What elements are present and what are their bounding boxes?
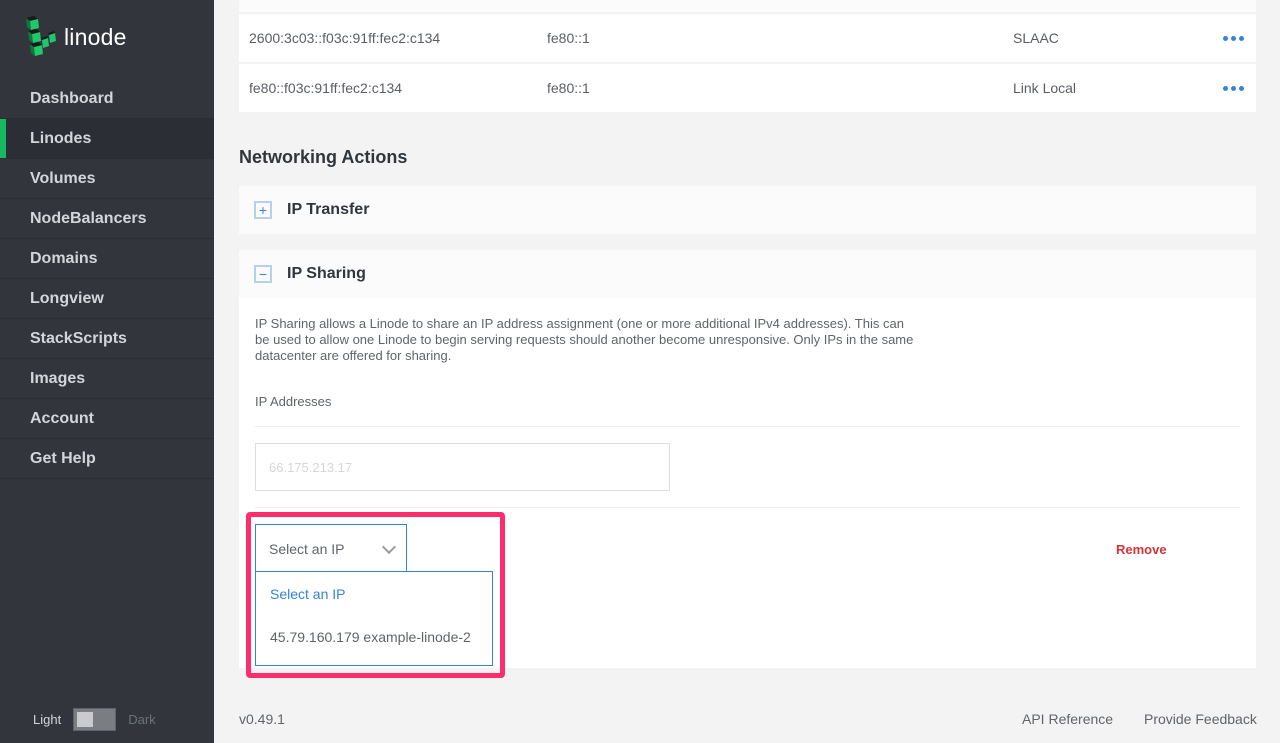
ip-option[interactable]: 45.79.160.179 example-linode-2 [256, 615, 492, 658]
ip-sharing-description: IP Sharing allows a Linode to share an I… [255, 316, 914, 363]
sidebar-item-get-help[interactable]: Get Help [0, 439, 214, 479]
provide-feedback-link[interactable]: Provide Feedback [1144, 711, 1257, 727]
app-version: v0.49.1 [239, 711, 285, 727]
ip-option-placeholder[interactable]: Select an IP [256, 572, 492, 615]
gateway-cell: fe80::1 [547, 30, 590, 46]
ip-select[interactable]: Select an IP [255, 524, 407, 572]
table-row: 2600:3c03::f03c:91ff:fec2:c134 fe80::1 S… [239, 14, 1256, 62]
minus-icon[interactable]: − [254, 265, 272, 283]
table-row: fe80::f03c:91ff:fec2:c134 fe80::1 Link L… [239, 64, 1256, 112]
ip-transfer-panel: + IP Transfer [239, 186, 1256, 234]
sidebar-item-domains[interactable]: Domains [0, 239, 214, 279]
sidebar-item-images[interactable]: Images [0, 359, 214, 399]
ip-sharing-title: IP Sharing [287, 265, 366, 282]
more-horizontal-icon[interactable] [1223, 64, 1244, 112]
sidebar-item-dashboard[interactable]: Dashboard [0, 79, 214, 119]
theme-toggle: Light Dark [33, 708, 156, 731]
ip-addresses-label: IP Addresses [255, 394, 332, 409]
ip-sharing-toggle[interactable]: − IP Sharing [239, 250, 1256, 298]
ip-address-cell: fe80::f03c:91ff:fec2:c134 [249, 80, 403, 96]
linode-logo-icon [26, 16, 56, 56]
ipv6-table-header [239, 0, 1256, 12]
type-cell: Link Local [1013, 80, 1077, 96]
sidebar-item-stackscripts[interactable]: StackScripts [0, 319, 214, 359]
sidebar-item-linodes[interactable]: Linodes [0, 119, 214, 159]
plus-icon[interactable]: + [254, 201, 272, 219]
ip-select-value: Select an IP [269, 540, 345, 557]
networking-actions-title: Networking Actions [239, 147, 408, 167]
sidebar-item-nodebalancers[interactable]: NodeBalancers [0, 199, 214, 239]
sidebar-nav: Dashboard Linodes Volumes NodeBalancers … [0, 79, 214, 479]
theme-dark-label: Dark [128, 712, 156, 727]
api-reference-link[interactable]: API Reference [1022, 711, 1113, 727]
theme-light-label: Light [33, 712, 62, 727]
logo-text: linode [64, 23, 127, 50]
remove-button[interactable]: Remove [1116, 542, 1167, 557]
ip-select-menu: Select an IP 45.79.160.179 example-linod… [255, 571, 493, 666]
ip-transfer-title: IP Transfer [287, 201, 370, 218]
sidebar: linode Dashboard Linodes Volumes NodeBal… [0, 0, 214, 743]
linode-logo[interactable]: linode [24, 16, 127, 58]
ip-transfer-toggle[interactable]: + IP Transfer [239, 186, 1256, 234]
sidebar-item-volumes[interactable]: Volumes [0, 159, 214, 199]
divider [255, 507, 1240, 508]
current-ip-field: 66.175.213.17 [255, 443, 670, 491]
theme-switch-knob[interactable] [77, 712, 94, 727]
main-content: 2600:3c03::f03c:91ff:fec2:c134 fe80::1 S… [214, 0, 1280, 743]
divider [255, 426, 1240, 427]
sidebar-item-longview[interactable]: Longview [0, 279, 214, 319]
theme-switch[interactable] [73, 708, 117, 731]
gateway-cell: fe80::1 [547, 80, 590, 96]
ip-address-cell: 2600:3c03::f03c:91ff:fec2:c134 [249, 30, 441, 46]
chevron-down-icon [381, 539, 397, 555]
sidebar-item-account[interactable]: Account [0, 399, 214, 439]
type-cell: SLAAC [1013, 30, 1059, 46]
more-horizontal-icon[interactable] [1223, 14, 1244, 62]
